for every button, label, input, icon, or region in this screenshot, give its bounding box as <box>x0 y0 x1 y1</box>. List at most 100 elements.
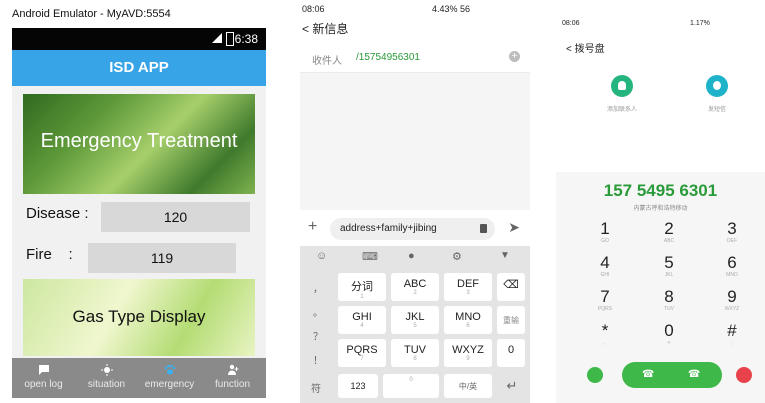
collapse-dialpad-icon[interactable] <box>587 367 603 383</box>
punct-key[interactable]: ， <box>308 280 328 295</box>
key-main: 重输 <box>503 316 519 325</box>
add-contact-label: 添加联系人 <box>606 107 637 113</box>
recipient-input[interactable]: /15754956301 <box>356 52 420 63</box>
nav-label: open log <box>24 379 63 390</box>
dial-digit: 6 <box>727 253 737 272</box>
key-main: 123 <box>350 381 366 391</box>
sun-icon <box>100 364 113 376</box>
key-sub: 5 <box>413 323 417 329</box>
message-thread-area <box>300 73 530 210</box>
enter-key[interactable]: ↵ <box>500 378 524 394</box>
key-6[interactable]: MNO 6 <box>444 306 492 334</box>
key-3[interactable]: DEF 3 <box>444 273 492 301</box>
dial-key-2[interactable]: 2 ABC <box>652 220 686 245</box>
delete-digit-icon[interactable] <box>736 367 752 383</box>
zero-key[interactable]: 0 <box>497 339 525 367</box>
dial-key-9[interactable]: 9 WXYZ <box>715 288 749 313</box>
key-5[interactable]: JKL 5 <box>391 306 439 334</box>
dial-letters: ; <box>731 340 733 346</box>
key-sub: 0 <box>409 377 413 383</box>
dial-key-5[interactable]: 5 JKL <box>652 254 686 279</box>
sms-title[interactable]: < 新信息 <box>302 20 348 37</box>
nav-label: function <box>214 379 251 390</box>
key-main: 分词 <box>351 281 373 293</box>
mic-icon[interactable]: ● <box>408 250 415 262</box>
message-icon <box>713 81 721 90</box>
message-input[interactable]: address+family+jibing <box>330 218 495 240</box>
punct-key[interactable]: ？ <box>308 328 328 343</box>
collapse-icon[interactable]: ▼ <box>500 250 510 261</box>
space-key[interactable]: 0 <box>383 374 439 398</box>
nav-open-log[interactable]: open log <box>12 360 75 390</box>
key-2[interactable]: ABC 2 <box>391 273 439 301</box>
dial-digit: 7 <box>600 287 610 306</box>
call-button[interactable]: ☎ ☎ <box>622 362 722 388</box>
sms-status-right: 4.43% 56 <box>432 4 471 14</box>
dialed-number[interactable]: 157 5495 6301 <box>556 181 765 201</box>
add-contact-button[interactable] <box>611 75 633 97</box>
dial-digit: 9 <box>727 287 737 306</box>
battery-icon <box>226 32 234 46</box>
reset-key[interactable]: 重输 <box>497 306 525 334</box>
punct-key[interactable]: ！ <box>308 352 328 367</box>
person-icon <box>618 81 626 90</box>
dial-key-hash[interactable]: #; <box>715 322 749 347</box>
symbols-key[interactable]: 符 <box>304 380 328 395</box>
keyboard-toolbar: ☺ ⌨ ● ⚙ ▼ <box>300 246 530 266</box>
key-main: MNO <box>455 311 481 323</box>
dial-letters: DEF <box>727 238 737 244</box>
dial-key-4[interactable]: 4 GHI <box>588 254 622 279</box>
settings-icon[interactable]: ⚙ <box>452 250 462 263</box>
chat-icon <box>38 365 49 375</box>
dial-digit: 8 <box>664 287 674 306</box>
dial-key-1[interactable]: 1 GO <box>588 220 622 245</box>
dial-digit: 4 <box>600 253 610 272</box>
plus-icon[interactable]: + <box>308 218 317 236</box>
gas-type-display-banner[interactable]: Gas Type Display <box>23 279 255 356</box>
dialer-title[interactable]: < 拨号盘 <box>566 40 605 55</box>
gas-type-display-label: Gas Type Display <box>72 307 206 326</box>
key-8[interactable]: TUV 8 <box>391 339 439 367</box>
key-main: ⌫ <box>503 279 519 291</box>
emulator-window-title: Android Emulator - MyAVD:5554 <box>12 8 171 20</box>
dial-digit: 0 <box>664 321 674 340</box>
key-main: ABC <box>403 278 427 290</box>
compose-bar: + address+family+jibing ➤ <box>300 210 530 246</box>
fire-value-field[interactable]: 119 <box>88 243 236 273</box>
attachment-icon[interactable] <box>480 224 487 233</box>
numbers-key[interactable]: 123 <box>338 374 378 398</box>
dial-key-star[interactable]: *, <box>588 322 622 347</box>
nav-situation[interactable]: situation <box>75 360 138 390</box>
dial-key-3[interactable]: 3 DEF <box>715 220 749 245</box>
emergency-treatment-banner[interactable]: Emergency Treatment <box>23 94 255 194</box>
send-icon[interactable]: ➤ <box>508 219 520 236</box>
key-9[interactable]: WXYZ 9 <box>444 339 492 367</box>
nav-emergency[interactable]: emergency <box>138 360 201 390</box>
dial-key-6[interactable]: 6 MNO <box>715 254 749 279</box>
dial-key-8[interactable]: 8 TUV <box>652 288 686 313</box>
dial-key-7[interactable]: 7 PQRS <box>588 288 622 313</box>
keyboard-icon[interactable]: ⌨ <box>362 250 378 263</box>
disease-label: Disease : <box>26 205 89 222</box>
punct-key[interactable]: 。 <box>308 304 328 319</box>
language-toggle-key[interactable]: 中/英 <box>444 374 492 398</box>
emoji-icon[interactable]: ☺ <box>316 250 327 262</box>
backspace-key[interactable]: ⌫ <box>497 273 525 301</box>
recipient-label: 收件人 <box>312 56 342 67</box>
disease-value-field[interactable]: 120 <box>101 202 250 232</box>
bottom-navigation: open log situation emergency function <box>12 358 266 398</box>
nav-function[interactable]: function <box>201 360 264 390</box>
key-sub: 4 <box>360 323 364 329</box>
dial-key-0[interactable]: 0 + <box>652 322 686 347</box>
key-4[interactable]: GHI 4 <box>338 306 386 334</box>
dial-letters: , <box>604 340 606 346</box>
dial-letters: MNO <box>726 272 738 278</box>
key-1[interactable]: 分词 1 <box>338 273 386 301</box>
add-contact-icon[interactable]: + <box>509 51 520 62</box>
key-sub: 7 <box>360 356 364 362</box>
phone-icon: ☎ <box>642 369 655 380</box>
nav-label: emergency <box>144 379 195 390</box>
send-sms-button[interactable] <box>706 75 728 97</box>
fire-label: Fire : <box>26 246 73 263</box>
key-7[interactable]: PQRS 7 <box>338 339 386 367</box>
